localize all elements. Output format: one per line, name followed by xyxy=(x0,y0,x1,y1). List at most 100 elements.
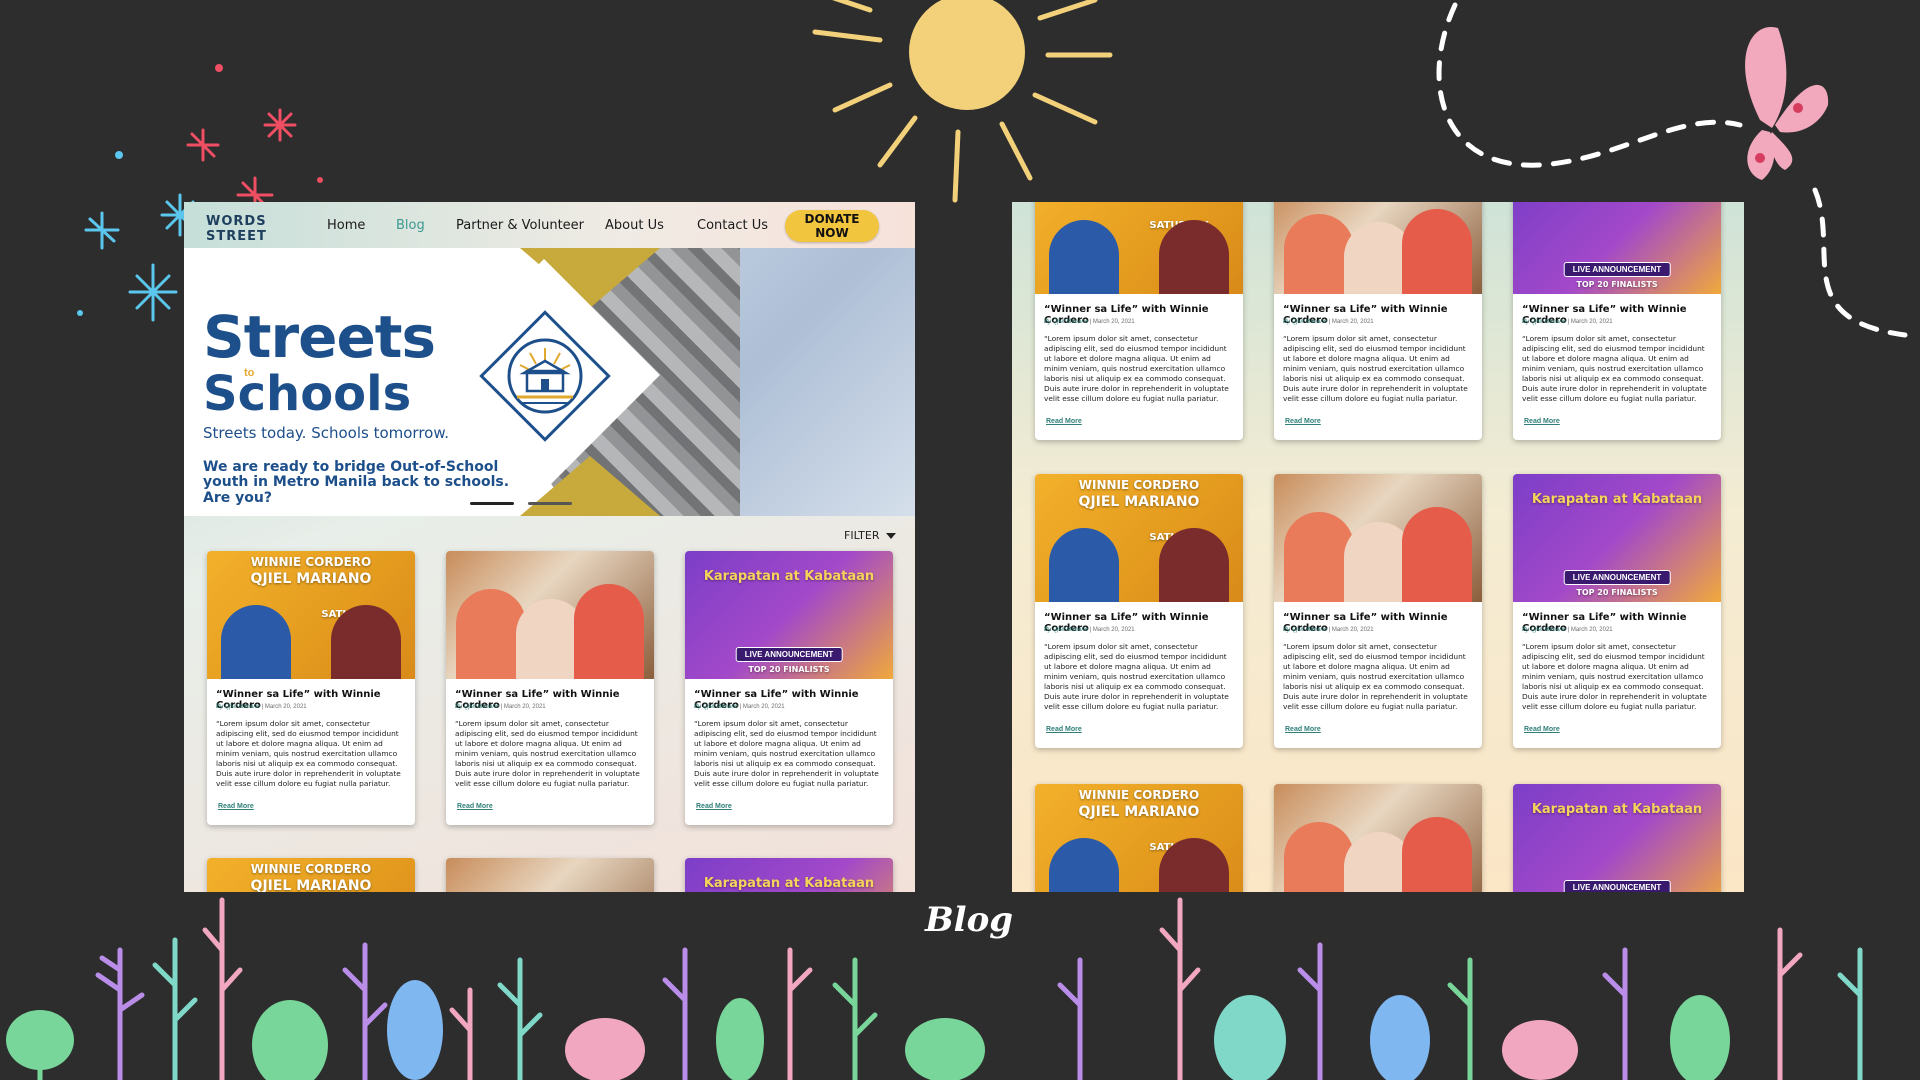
card-thumbnail-winnie: WINNIE CORDERO QJIEL MARIANO xyxy=(207,858,415,892)
caret-down-icon xyxy=(885,533,896,539)
hero-banner: Streets to Schools Streets today. School… xyxy=(184,248,915,516)
person-photo xyxy=(331,605,401,679)
card-thumbnail-karapatan: LIVE ANNOUNCEMENT TOP 20 FINALISTS xyxy=(1513,202,1721,294)
thumb-subtitle: TOP 20 FINALISTS xyxy=(748,665,830,674)
nav-about-us[interactable]: About Us xyxy=(605,218,664,233)
read-more-link[interactable]: Read More xyxy=(1285,418,1321,425)
school-emblem-icon xyxy=(479,310,611,442)
card-excerpt: “Lorem ipsum dolor sit amet, consectetur… xyxy=(216,719,401,788)
thumb-title: Karapatan at Kabataan xyxy=(703,876,875,891)
card-author: By Qjiel Mariano xyxy=(1522,319,1567,325)
card-thumbnail-karapatan: Karapatan at Kabataan xyxy=(685,858,893,892)
person-photo xyxy=(1402,817,1472,892)
blog-card[interactable]: LIVE ANNOUNCEMENT TOP 20 FINALISTS “Winn… xyxy=(1513,202,1721,440)
read-more-link[interactable]: Read More xyxy=(1046,726,1082,733)
person-photo xyxy=(574,584,644,679)
nav-partner-volunteer[interactable]: Partner & Volunteer xyxy=(456,218,584,233)
card-meta: By Qjiel Mariano | March 20, 2021 xyxy=(1283,319,1374,325)
read-more-link[interactable]: Read More xyxy=(1285,726,1321,733)
blog-card[interactable]: “Winner sa Life” with Winnie Cordero By … xyxy=(446,551,654,825)
card-thumbnail-winnie: WINNIE CORDERO QJIEL MARIANO SATURDAY xyxy=(207,551,415,679)
card-thumbnail-karapatan: Karapatan at Kabataan LIVE ANNOUNCEMENT … xyxy=(685,551,893,679)
thumb-title: Karapatan at Kabataan xyxy=(1531,802,1703,817)
thumb-badge: LIVE ANNOUNCEMENT xyxy=(1563,570,1671,585)
blog-card[interactable]: Karapatan at Kabataan LIVE ANNOUNCEMENT xyxy=(1513,784,1721,892)
card-thumbnail-group-photo xyxy=(1274,202,1482,294)
butterfly-doodle xyxy=(1745,26,1829,180)
slider-indicator-2[interactable] xyxy=(528,502,572,505)
card-author: By Qjiel Mariano xyxy=(216,704,261,710)
person-photo xyxy=(1402,209,1472,294)
blog-card[interactable]: Karapatan at Kabataan LIVE ANNOUNCEMENT … xyxy=(685,551,893,825)
card-thumbnail-group-photo xyxy=(1274,784,1482,892)
filter-label: FILTER xyxy=(844,529,880,542)
person-photo xyxy=(221,605,291,679)
thumb-title: WINNIE CORDERO xyxy=(250,862,372,876)
thumb-title: WINNIE CORDERO xyxy=(1078,478,1200,492)
card-thumbnail-group-photo xyxy=(1274,474,1482,602)
thumb-title: Karapatan at Kabataan xyxy=(1531,492,1703,507)
hero-message: We are ready to bridge Out-of-School you… xyxy=(203,459,510,506)
read-more-link[interactable]: Read More xyxy=(696,803,732,810)
thumb-badge: LIVE ANNOUNCEMENT xyxy=(1563,880,1671,892)
read-more-link[interactable]: Read More xyxy=(1524,726,1560,733)
person-photo xyxy=(1402,507,1472,602)
blog-card[interactable] xyxy=(1274,784,1482,892)
nav-contact-us[interactable]: Contact Us xyxy=(697,218,768,233)
slider-indicator-1[interactable] xyxy=(470,502,514,505)
read-more-link[interactable]: Read More xyxy=(457,803,493,810)
person-photo xyxy=(1049,220,1119,294)
card-excerpt: “Lorem ipsum dolor sit amet, consectetur… xyxy=(1283,642,1468,711)
blog-card[interactable]: “Winner sa Life” with Winnie Cordero By … xyxy=(1274,474,1482,748)
blog-card[interactable]: WINNIE CORDERO QJIEL MARIANO SATURDAY “W… xyxy=(1035,474,1243,748)
card-author: By Qjiel Mariano xyxy=(694,704,739,710)
read-more-link[interactable]: Read More xyxy=(1046,418,1082,425)
card-author: By Qjiel Mariano xyxy=(1044,319,1089,325)
card-thumbnail-winnie: WINNIE CORDERO QJIEL MARIANO SATURDAY xyxy=(1035,474,1243,602)
card-date: March 20, 2021 xyxy=(1331,319,1374,325)
logo-text: WORDS STREET xyxy=(206,214,267,244)
card-date: March 20, 2021 xyxy=(1092,319,1135,325)
card-excerpt: “Lorem ipsum dolor sit amet, consectetur… xyxy=(1044,642,1229,711)
thumb-badge: LIVE ANNOUNCEMENT xyxy=(1563,262,1671,277)
card-excerpt: “Lorem ipsum dolor sit amet, consectetur… xyxy=(1522,642,1707,711)
site-logo[interactable]: WORDS STREET xyxy=(206,210,268,244)
nav-home[interactable]: Home xyxy=(327,218,365,233)
read-more-link[interactable]: Read More xyxy=(1524,418,1560,425)
card-date: March 20, 2021 xyxy=(503,704,546,710)
card-thumbnail-karapatan: Karapatan at Kabataan LIVE ANNOUNCEMENT … xyxy=(1513,474,1721,602)
blog-card[interactable] xyxy=(446,858,654,892)
card-thumbnail-winnie: WINNIE CORDERO QJIEL MARIANO SATURDAY xyxy=(1035,784,1243,892)
card-meta: By Qjiel Mariano | March 20, 2021 xyxy=(694,704,785,710)
read-more-link[interactable]: Read More xyxy=(218,803,254,810)
thumb-subtitle: QJIEL MARIANO xyxy=(1078,804,1200,820)
thumb-subtitle: QJIEL MARIANO xyxy=(250,878,372,892)
card-thumbnail-group-photo xyxy=(446,858,654,892)
card-meta: By Qjiel Mariano | March 20, 2021 xyxy=(1522,627,1613,633)
blog-card[interactable]: WINNIE CORDERO QJIEL MARIANO SATURDAY xyxy=(1035,784,1243,892)
card-excerpt: “Lorem ipsum dolor sit amet, consectetur… xyxy=(1044,334,1229,403)
person-photo xyxy=(1049,528,1119,602)
thumb-title: WINNIE CORDERO xyxy=(250,555,372,569)
thumb-badge: LIVE ANNOUNCEMENT xyxy=(735,647,843,662)
thumb-subtitle: TOP 20 FINALISTS xyxy=(1576,588,1658,597)
card-date: March 20, 2021 xyxy=(264,704,307,710)
blog-card[interactable]: SATURDAY “Winner sa Life” with Winnie Co… xyxy=(1035,202,1243,440)
thumb-title: Karapatan at Kabataan xyxy=(703,569,875,584)
blog-card[interactable]: “Winner sa Life” with Winnie Cordero By … xyxy=(1274,202,1482,440)
blog-card[interactable]: Karapatan at Kabataan LIVE ANNOUNCEMENT … xyxy=(1513,474,1721,748)
sun-doodle xyxy=(812,0,1113,203)
filter-dropdown[interactable]: FILTER xyxy=(844,529,896,542)
blog-grid-mockup: SATURDAY “Winner sa Life” with Winnie Co… xyxy=(1012,202,1744,892)
card-date: March 20, 2021 xyxy=(1570,319,1613,325)
donate-button[interactable]: DONATE NOW xyxy=(785,210,879,242)
blog-card[interactable]: WINNIE CORDERO QJIEL MARIANO SATURDAY “W… xyxy=(207,551,415,825)
card-thumbnail-winnie: SATURDAY xyxy=(1035,202,1243,294)
card-thumbnail-group-photo xyxy=(446,551,654,679)
blog-card[interactable]: WINNIE CORDERO QJIEL MARIANO xyxy=(207,858,415,892)
card-excerpt: “Lorem ipsum dolor sit amet, consectetur… xyxy=(455,719,640,788)
card-author: By Qjiel Mariano xyxy=(1283,627,1328,633)
homepage-mockup: WORDS STREET Home Blog Partner & Volunte… xyxy=(184,202,915,892)
blog-card[interactable]: Karapatan at Kabataan xyxy=(685,858,893,892)
nav-blog[interactable]: Blog xyxy=(396,218,425,233)
